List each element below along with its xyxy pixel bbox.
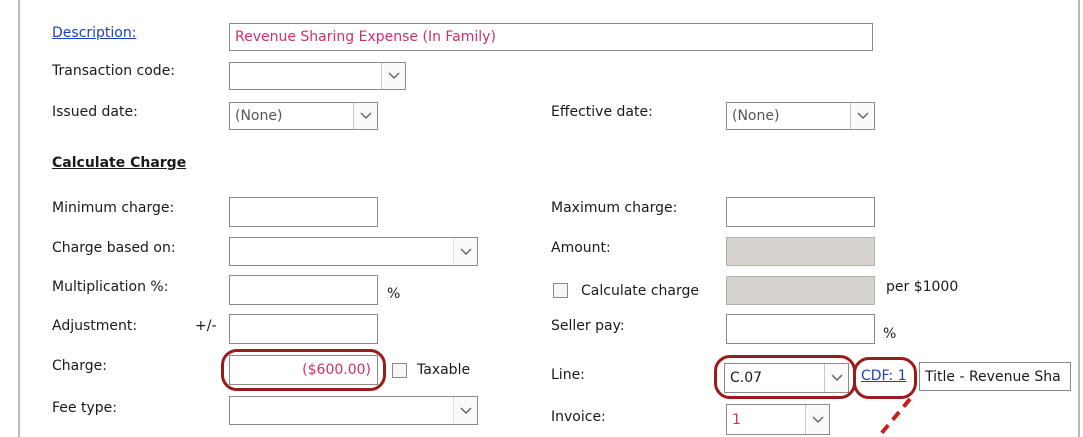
chevron-down-icon[interactable] bbox=[453, 397, 477, 424]
multiplication-percent: % bbox=[387, 286, 401, 302]
chevron-down-icon[interactable] bbox=[453, 238, 477, 265]
charge-based-on-label: Charge based on: bbox=[52, 240, 176, 256]
effective-date-value: (None) bbox=[732, 108, 780, 124]
issued-date-select[interactable]: (None) bbox=[229, 102, 378, 130]
cdf-title-field[interactable]: Title - Revenue Sha bbox=[919, 362, 1071, 391]
cdf-highlight-ring bbox=[853, 357, 917, 399]
description-link[interactable]: Description: bbox=[52, 25, 136, 41]
invoice-label: Invoice: bbox=[551, 409, 606, 425]
adjustment-input[interactable] bbox=[229, 314, 378, 344]
adjustment-label: Adjustment: bbox=[52, 318, 138, 334]
issued-date-label: Issued date: bbox=[52, 104, 138, 120]
taxable-checkbox[interactable] bbox=[392, 363, 407, 378]
per-1000-label: per $1000 bbox=[886, 279, 959, 295]
seller-pay-label: Seller pay: bbox=[551, 318, 625, 334]
maximum-charge-input[interactable] bbox=[726, 197, 875, 227]
minimum-charge-input[interactable] bbox=[229, 197, 378, 227]
charge-based-on-select[interactable] bbox=[229, 237, 478, 266]
taxable-label: Taxable bbox=[417, 362, 471, 378]
fee-type-select[interactable] bbox=[229, 396, 478, 425]
cdf-title-value: Title - Revenue Sha bbox=[925, 368, 1061, 385]
calculate-charge-checkbox[interactable] bbox=[553, 283, 568, 298]
calculate-charge-heading: Calculate Charge bbox=[52, 155, 187, 171]
chevron-down-icon[interactable] bbox=[805, 405, 829, 434]
seller-pay-input[interactable] bbox=[726, 314, 875, 344]
multiplication-input[interactable] bbox=[229, 275, 378, 305]
per-1000-rate-field bbox=[726, 276, 875, 305]
invoice-value: 1 bbox=[732, 411, 741, 428]
line-label: Line: bbox=[551, 367, 585, 383]
charge-highlight-ring bbox=[221, 349, 386, 391]
maximum-charge-label: Maximum charge: bbox=[551, 200, 678, 216]
line-highlight-ring bbox=[714, 355, 856, 399]
annotation-dashed-arrow bbox=[878, 397, 912, 437]
invoice-select[interactable]: 1 bbox=[726, 404, 830, 435]
amount-field bbox=[726, 237, 875, 266]
chevron-down-icon[interactable] bbox=[850, 103, 874, 129]
calculate-charge-checkbox-label: Calculate charge bbox=[581, 283, 699, 299]
chevron-down-icon[interactable] bbox=[381, 63, 405, 89]
transaction-code-select[interactable] bbox=[229, 62, 406, 90]
charge-label: Charge: bbox=[52, 358, 107, 374]
amount-label: Amount: bbox=[551, 240, 611, 256]
fee-type-label: Fee type: bbox=[52, 400, 117, 416]
adjustment-sign: +/- bbox=[195, 318, 217, 334]
effective-date-label: Effective date: bbox=[551, 104, 653, 120]
multiplication-label: Multiplication %: bbox=[52, 279, 169, 295]
description-field[interactable]: Revenue Sharing Expense (In Family) bbox=[229, 23, 873, 51]
seller-pay-percent: % bbox=[883, 326, 897, 342]
description-value: Revenue Sharing Expense (In Family) bbox=[235, 29, 496, 45]
transaction-code-label: Transaction code: bbox=[52, 63, 176, 79]
minimum-charge-label: Minimum charge: bbox=[52, 200, 175, 216]
chevron-down-icon[interactable] bbox=[353, 103, 377, 129]
issued-date-value: (None) bbox=[235, 108, 283, 124]
effective-date-select[interactable]: (None) bbox=[726, 102, 875, 130]
